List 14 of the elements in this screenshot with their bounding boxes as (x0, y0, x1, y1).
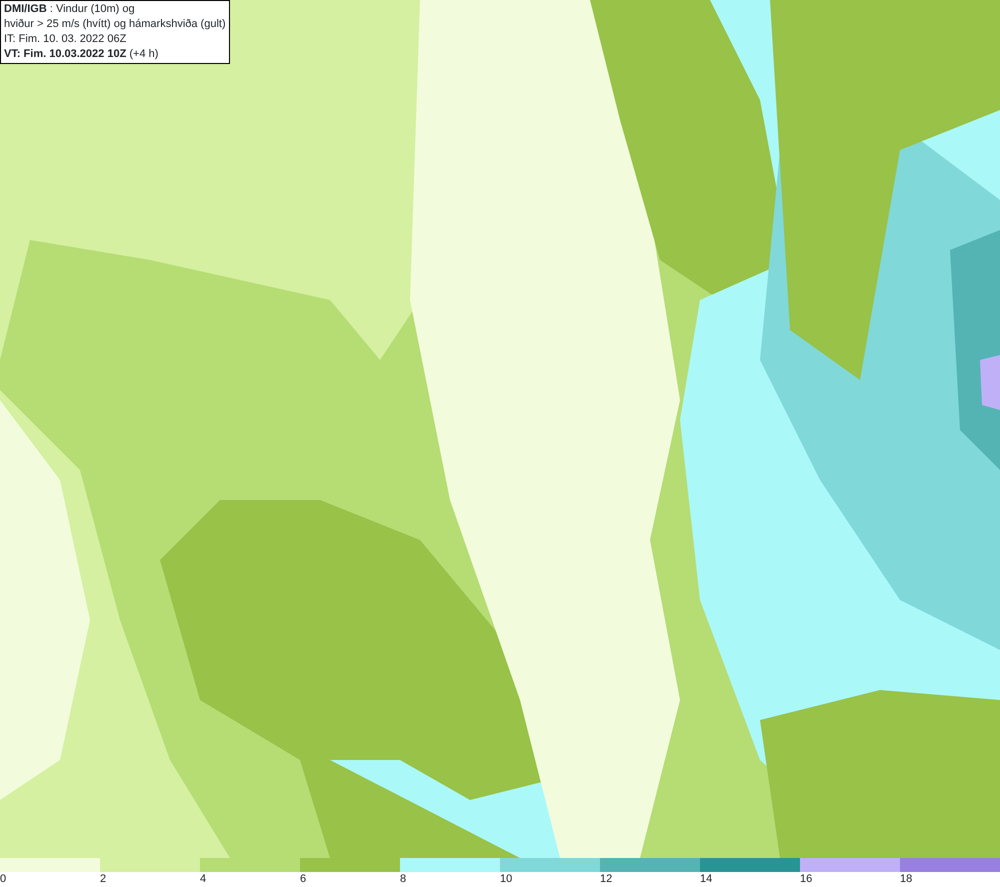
legend-tick-label: 4 (200, 872, 206, 887)
legend-tick-label: 18 (900, 872, 912, 887)
title-line: hviður > 25 m/s (hvítt) og hámarkshviða (gult) (4, 17, 226, 32)
title-line: VT: Fim. 10.03.2022 10Z (+4 h) (4, 47, 160, 62)
legend-tick-label: 14 (700, 872, 712, 887)
legend-tick-label: 2 (100, 872, 106, 887)
legend-tick-label: 8 (400, 872, 406, 887)
legend-tick-label: 0 (0, 872, 6, 887)
legend-tick-label: 16 (800, 872, 812, 887)
legend-tick-label: 10 (500, 872, 512, 887)
legend-tick-label: 6 (300, 872, 306, 887)
legend-tick-label: 12 (600, 872, 612, 887)
title-line: DMI/IGB : Vindur (10m) og (4, 2, 136, 17)
title-line: IT: Fim. 10. 03. 2022 06Z (4, 32, 128, 47)
